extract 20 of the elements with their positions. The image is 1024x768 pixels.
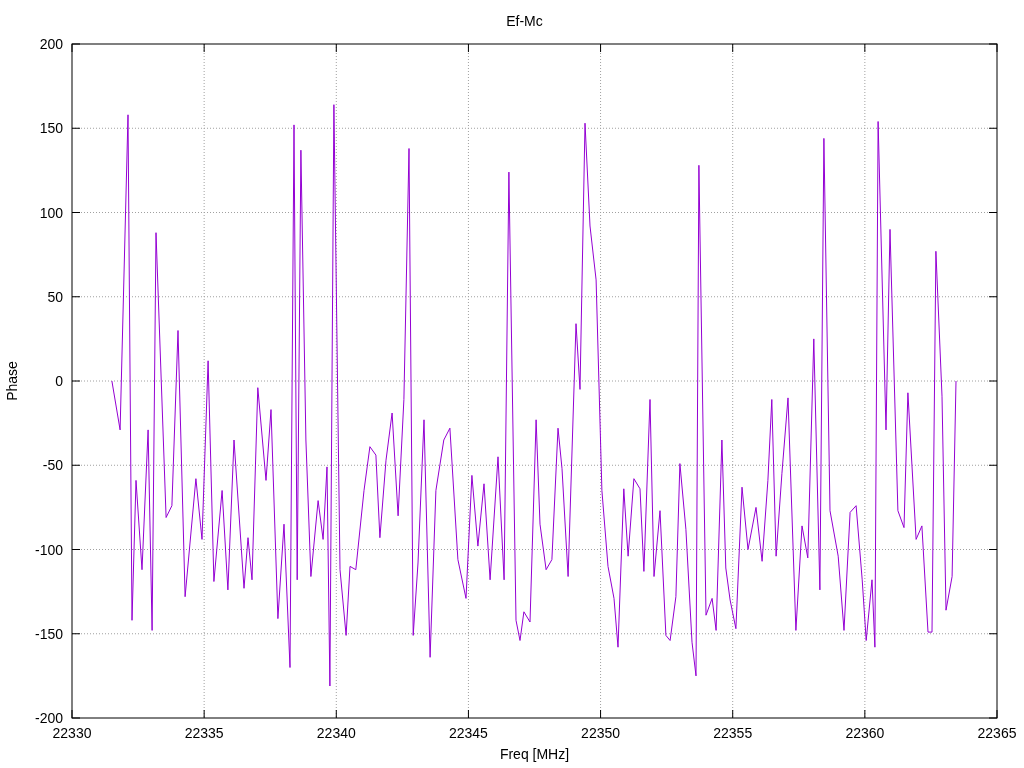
tick-label: 0 [55,373,63,389]
axis-label: Phase [4,361,20,401]
tick-label: 22355 [713,725,753,741]
tick-label: 22345 [448,725,488,741]
tick-label: 22360 [845,725,885,741]
tick-label: 22340 [316,725,356,741]
tick-label: 150 [39,120,63,137]
tick-label: 200 [39,36,63,52]
tick-label: 22365 [977,725,1017,741]
axis-label: Freq [MHz] [499,746,570,762]
tick-label: 22335 [184,725,224,741]
tick-label: -200 [34,710,63,726]
chart-title: Ef-Mc [506,13,543,29]
tick-label: -100 [34,541,63,558]
tick-label: 22350 [581,725,621,741]
tick-label: -50 [42,457,63,474]
tick-label: -150 [34,625,63,642]
tick-label: 50 [47,288,63,305]
tick-label: 22330 [52,725,92,741]
tick-label: 100 [39,204,63,221]
